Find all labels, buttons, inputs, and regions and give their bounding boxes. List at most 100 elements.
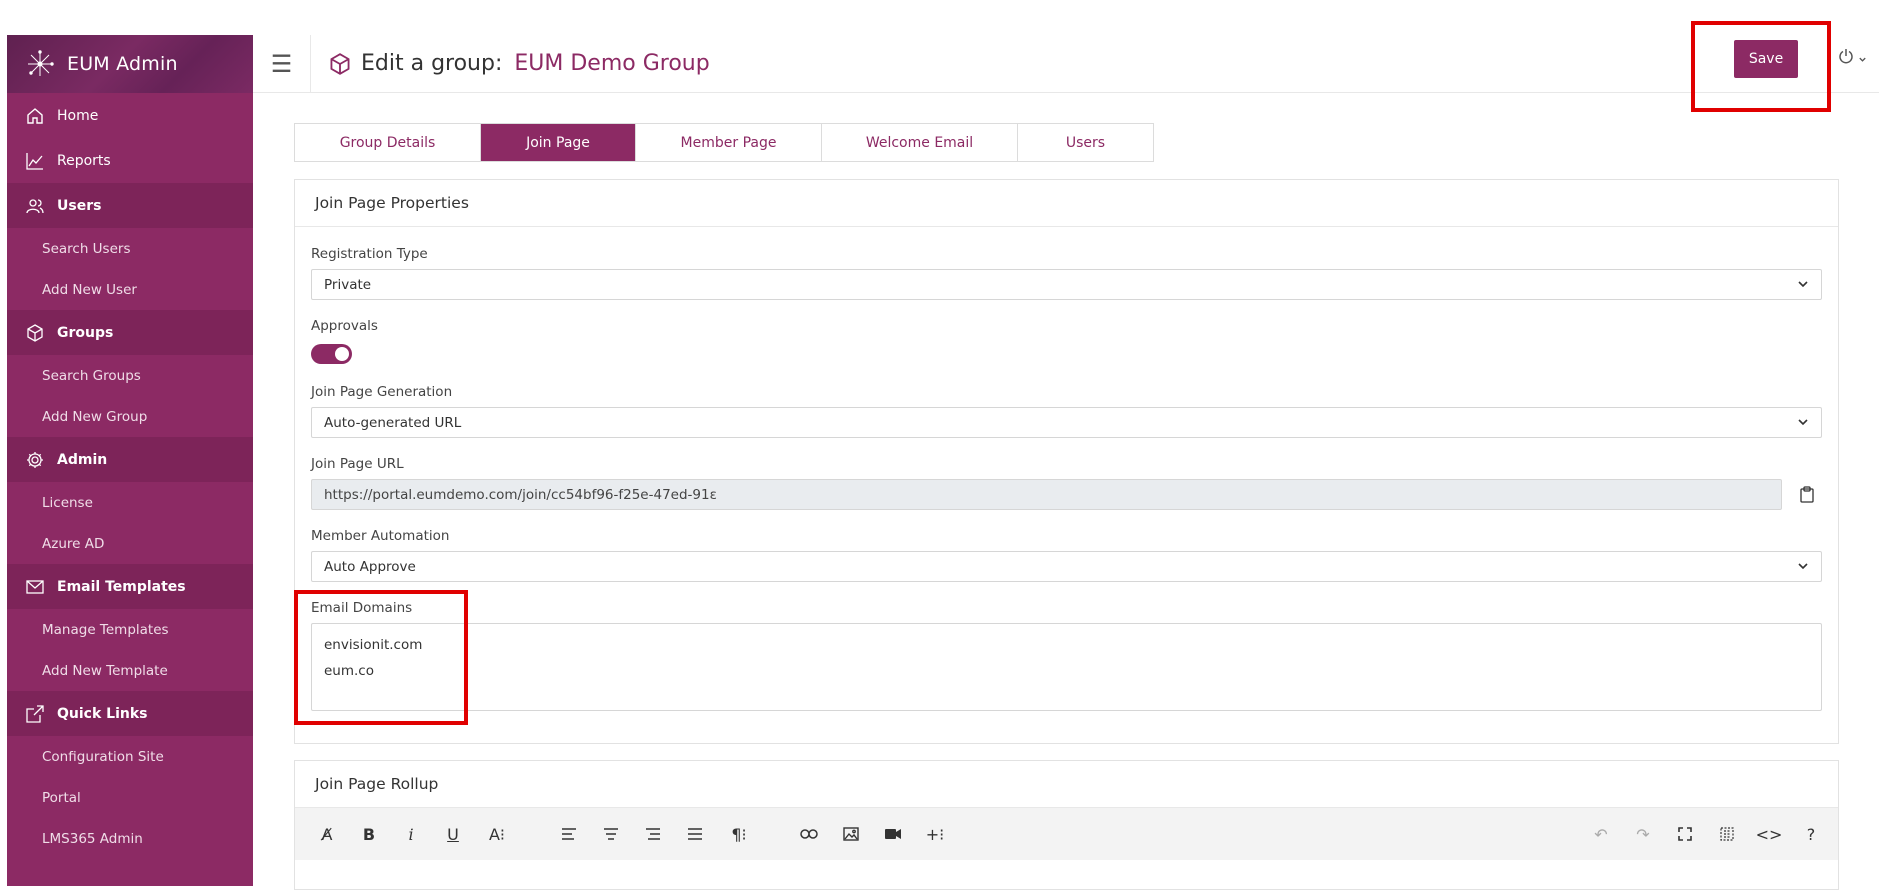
sidebar-item-label: Add New Template bbox=[42, 662, 168, 679]
tab-label: Welcome Email bbox=[865, 134, 974, 151]
save-button[interactable]: Save bbox=[1734, 40, 1798, 78]
tab-member-page[interactable]: Member Page bbox=[636, 124, 822, 161]
power-icon bbox=[1838, 48, 1854, 68]
image-icon[interactable] bbox=[839, 822, 863, 846]
tab-join-page[interactable]: Join Page bbox=[481, 124, 636, 161]
card-title: Join Page Rollup bbox=[295, 761, 1838, 808]
join-page-rollup-card: Join Page Rollup A̸ B i U A⁝ ¶⁝ +⁝ ↶ ↷ <… bbox=[294, 760, 1839, 890]
sidebar-item-label: Home bbox=[57, 107, 99, 124]
join-page-properties-card: Join Page Properties Registration Type P… bbox=[294, 179, 1839, 744]
clipboard-icon[interactable] bbox=[1797, 483, 1817, 505]
power-menu[interactable] bbox=[1838, 48, 1867, 68]
align-center-icon[interactable] bbox=[599, 822, 623, 846]
sidebar-item-add-new-template[interactable]: Add New Template bbox=[7, 650, 253, 691]
underline-icon[interactable]: U bbox=[441, 822, 465, 846]
member-automation-select[interactable]: Auto Approve bbox=[311, 551, 1822, 582]
fullscreen-icon[interactable] bbox=[1673, 822, 1697, 846]
email-domains-textarea[interactable]: envisionit.com eum.co bbox=[311, 623, 1822, 711]
tab-label: Join Page bbox=[526, 134, 590, 151]
sidebar-item-label: Groups bbox=[57, 324, 114, 341]
join-page-generation-value: Auto-generated URL bbox=[324, 414, 462, 431]
member-automation-label: Member Automation bbox=[311, 528, 450, 544]
email-domain-line: envisionit.com bbox=[324, 637, 423, 653]
sidebar-item-lms365-admin[interactable]: LMS365 Admin bbox=[7, 818, 253, 859]
clear-format-icon[interactable]: A̸ bbox=[315, 822, 339, 846]
join-page-generation-select[interactable]: Auto-generated URL bbox=[311, 407, 1822, 438]
undo-icon[interactable]: ↶ bbox=[1589, 822, 1613, 846]
select-all-icon[interactable] bbox=[1715, 822, 1739, 846]
bold-icon[interactable]: B bbox=[357, 822, 381, 846]
email-domain-line: eum.co bbox=[324, 663, 374, 679]
sidebar-item-search-groups[interactable]: Search Groups bbox=[7, 355, 253, 396]
sidebar-item-label: Quick Links bbox=[57, 705, 148, 722]
chevron-down-icon bbox=[1797, 278, 1809, 294]
chevron-down-icon bbox=[1858, 49, 1867, 68]
registration-type-value: Private bbox=[324, 276, 372, 293]
page-title-prefix: Edit a group: bbox=[361, 51, 503, 76]
sidebar-item-add-new-group[interactable]: Add New Group bbox=[7, 396, 253, 437]
approvals-label: Approvals bbox=[311, 318, 378, 334]
users-icon bbox=[25, 196, 45, 216]
envelope-icon bbox=[25, 577, 45, 597]
cube-icon bbox=[329, 52, 351, 75]
eum-logo-icon bbox=[21, 45, 59, 83]
hamburger-menu-icon[interactable]: ☰ bbox=[253, 34, 311, 93]
registration-type-label: Registration Type bbox=[311, 246, 428, 262]
sidebar-item-label: License bbox=[42, 494, 93, 511]
join-page-generation-label: Join Page Generation bbox=[311, 384, 453, 400]
font-size-icon[interactable]: A⁝ bbox=[485, 822, 509, 846]
sidebar-section-email-templates[interactable]: Email Templates bbox=[7, 564, 253, 609]
sidebar-item-label: Admin bbox=[57, 451, 108, 468]
insert-more-icon[interactable]: +⁝ bbox=[923, 822, 947, 846]
sidebar-item-label: Email Templates bbox=[57, 578, 186, 595]
group-name: EUM Demo Group bbox=[514, 51, 710, 76]
tab-welcome-email[interactable]: Welcome Email bbox=[822, 124, 1018, 161]
sidebar-item-add-new-user[interactable]: Add New User bbox=[7, 269, 253, 310]
sidebar-section-users[interactable]: Users bbox=[7, 183, 253, 228]
tab-label: Group Details bbox=[339, 134, 436, 151]
link-icon[interactable] bbox=[797, 822, 821, 846]
home-icon bbox=[25, 106, 45, 126]
approvals-toggle[interactable] bbox=[311, 344, 352, 364]
chart-line-icon bbox=[25, 151, 45, 171]
sidebar-item-portal[interactable]: Portal bbox=[7, 777, 253, 818]
justify-icon[interactable] bbox=[683, 822, 707, 846]
sidebar-item-label: Search Users bbox=[42, 240, 131, 257]
sidebar-item-home[interactable]: Home bbox=[7, 93, 253, 138]
sidebar-item-label: Add New User bbox=[42, 281, 137, 298]
sidebar-item-label: Portal bbox=[42, 789, 81, 806]
sidebar-section-quick-links[interactable]: Quick Links bbox=[7, 691, 253, 736]
sidebar-item-manage-templates[interactable]: Manage Templates bbox=[7, 609, 253, 650]
paragraph-icon[interactable]: ¶⁝ bbox=[727, 822, 751, 846]
editor-toolbar: A̸ B i U A⁝ ¶⁝ +⁝ ↶ ↷ <> ? bbox=[295, 808, 1838, 860]
sidebar-item-azure-ad[interactable]: Azure AD bbox=[7, 523, 253, 564]
sidebar-item-license[interactable]: License bbox=[7, 482, 253, 523]
code-view-icon[interactable]: <> bbox=[1756, 822, 1783, 846]
sidebar-item-configuration-site[interactable]: Configuration Site bbox=[7, 736, 253, 777]
sidebar-item-label: Azure AD bbox=[42, 535, 105, 552]
tab-users[interactable]: Users bbox=[1018, 124, 1153, 161]
top-bar: ☰ Edit a group: EUM Demo Group bbox=[253, 34, 1879, 93]
sidebar-item-label: Users bbox=[57, 197, 102, 214]
join-page-url-label: Join Page URL bbox=[311, 456, 404, 472]
email-domains-label: Email Domains bbox=[311, 600, 413, 616]
video-icon[interactable] bbox=[881, 822, 905, 846]
sidebar-section-groups[interactable]: Groups bbox=[7, 310, 253, 355]
registration-type-select[interactable]: Private bbox=[311, 269, 1822, 300]
redo-icon[interactable]: ↷ bbox=[1631, 822, 1655, 846]
sidebar-item-reports[interactable]: Reports bbox=[7, 138, 253, 183]
align-right-icon[interactable] bbox=[641, 822, 665, 846]
tab-bar: Group Details Join Page Member Page Welc… bbox=[294, 123, 1154, 162]
sidebar-section-admin[interactable]: Admin bbox=[7, 437, 253, 482]
italic-icon[interactable]: i bbox=[399, 822, 423, 846]
brand-title: EUM Admin bbox=[67, 53, 178, 75]
sidebar-item-label: Search Groups bbox=[42, 367, 141, 384]
sidebar-item-search-users[interactable]: Search Users bbox=[7, 228, 253, 269]
align-left-icon[interactable] bbox=[557, 822, 581, 846]
tab-group-details[interactable]: Group Details bbox=[295, 124, 481, 161]
cube-icon bbox=[25, 323, 45, 343]
tab-label: Member Page bbox=[680, 134, 777, 151]
help-icon[interactable]: ? bbox=[1799, 822, 1823, 846]
brand-bar[interactable]: EUM Admin bbox=[7, 35, 253, 93]
join-page-url-field[interactable]: https://portal.eumdemo.com/join/cc54bf96… bbox=[311, 479, 1782, 510]
